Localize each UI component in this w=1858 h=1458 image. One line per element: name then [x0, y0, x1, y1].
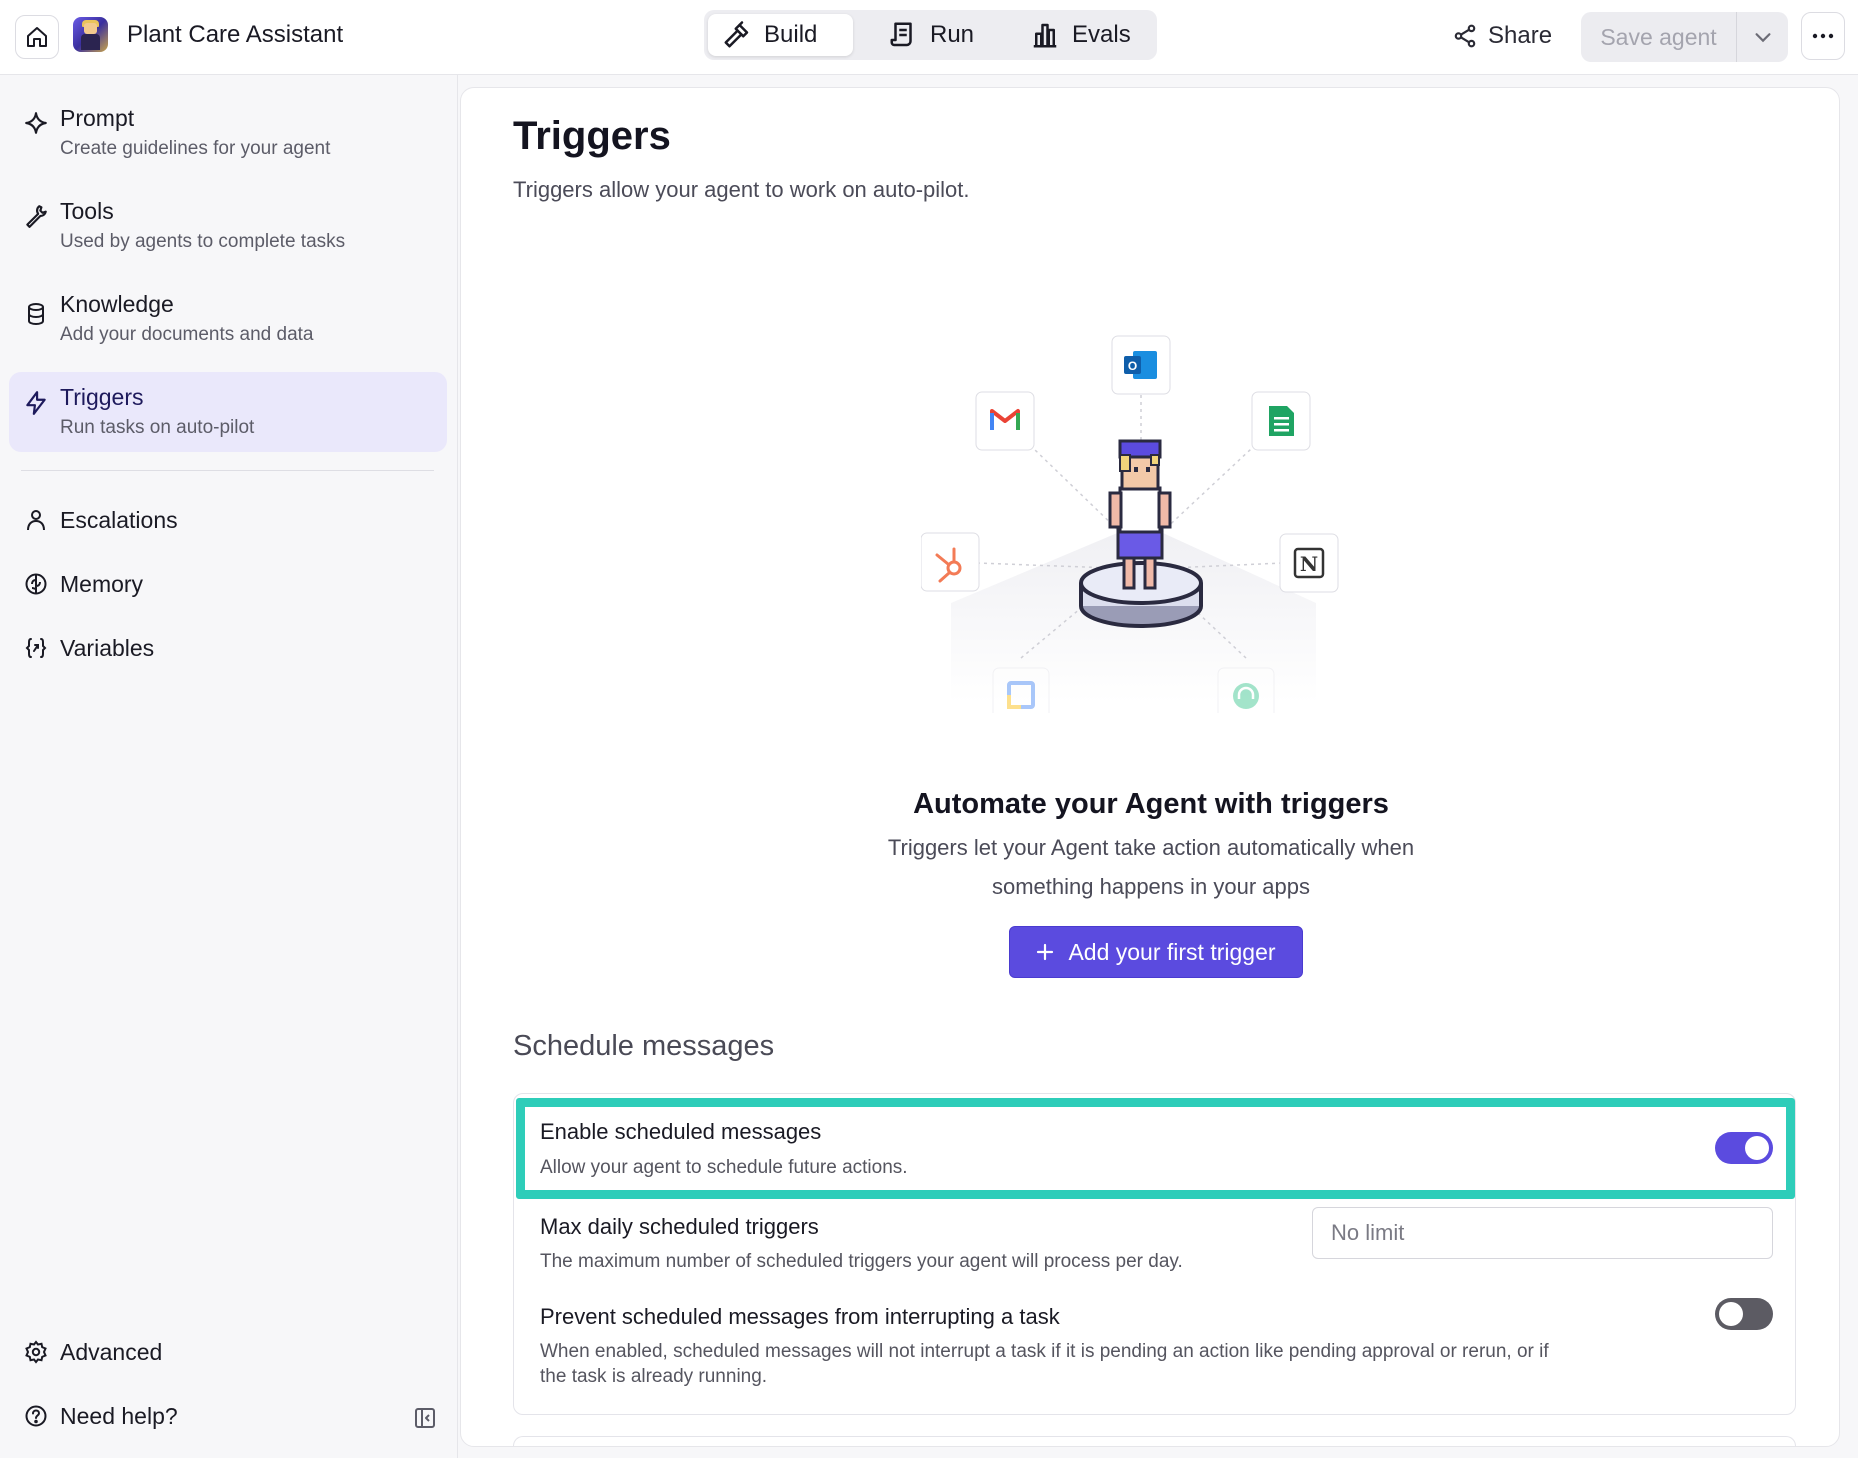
sidebar-item-title: Memory — [60, 571, 144, 597]
schedule-section-title: Schedule messages — [513, 1030, 775, 1062]
help-circle-icon — [23, 1403, 49, 1429]
agent-name[interactable]: Plant Care Assistant — [127, 21, 343, 49]
hero-subtitle-line-2: something happens in your apps — [992, 874, 1310, 899]
agent-avatar[interactable] — [73, 17, 108, 52]
google-sheets-icon — [1251, 391, 1311, 451]
enable-scheduled-description: Allow your agent to schedule future acti… — [540, 1157, 908, 1178]
sidebar-item-subtitle: Run tasks on auto-pilot — [60, 417, 255, 438]
prevent-interrupt-description-line-1: When enabled, scheduled messages will no… — [540, 1341, 1549, 1362]
prevent-interrupt-title: Prevent scheduled messages from interrup… — [540, 1304, 1060, 1329]
sparkle-icon — [23, 110, 49, 136]
collapse-sidebar-icon[interactable] — [413, 1406, 437, 1435]
sidebar-item-title: Triggers — [60, 384, 144, 410]
hubspot-icon — [921, 532, 980, 592]
tab-evals[interactable]: Evals — [1016, 14, 1145, 56]
mode-tabs: Build Run Evals — [704, 10, 1157, 60]
add-first-trigger-label: Add your first trigger — [1068, 938, 1276, 965]
save-agent-button[interactable]: Save agent — [1581, 12, 1737, 62]
ellipsis-icon — [1812, 33, 1834, 39]
sidebar-item-title: Prompt — [60, 105, 135, 131]
scroll-icon — [890, 22, 912, 47]
more-options-button[interactable] — [1801, 12, 1845, 60]
lightning-icon — [23, 390, 49, 416]
prevent-interrupt-toggle[interactable] — [1715, 1298, 1773, 1330]
notion-icon: N — [1279, 533, 1339, 593]
prevent-interrupt-description: When enabled, scheduled messages will no… — [540, 1339, 1660, 1389]
tab-run-label: Run — [930, 21, 975, 48]
tab-run[interactable]: Run — [874, 14, 988, 56]
gear-icon — [23, 1339, 49, 1365]
advanced-button[interactable]: Advanced — [9, 1327, 447, 1377]
hammer-icon — [724, 21, 749, 48]
enable-scheduled-title: Enable scheduled messages — [540, 1119, 822, 1144]
toggle-knob — [1745, 1136, 1769, 1160]
sidebar-item-knowledge[interactable]: Knowledge Add your documents and data — [9, 279, 447, 355]
tab-build[interactable]: Build — [708, 14, 853, 56]
hero-subtitle: Triggers let your Agent take action auto… — [851, 828, 1451, 906]
tab-evals-label: Evals — [1072, 21, 1131, 48]
pixel-agent-character — [1079, 439, 1203, 628]
next-card-edge — [513, 1436, 1796, 1446]
hero-title: Automate your Agent with triggers — [913, 788, 1389, 820]
sidebar-item-subtitle: Create guidelines for your agent — [60, 138, 331, 159]
save-options-button[interactable] — [1737, 12, 1788, 62]
schedule-settings-card: Enable scheduled messages Allow your age… — [513, 1093, 1796, 1415]
sidebar-item-variables[interactable]: Variables — [9, 623, 447, 673]
home-icon — [27, 27, 47, 47]
chevron-down-icon — [1754, 33, 1771, 43]
home-button[interactable] — [15, 15, 59, 59]
sidebar-item-title: Tools — [60, 198, 114, 224]
sidebar-item-escalations[interactable]: Escalations — [9, 495, 447, 545]
sidebar-item-memory[interactable]: Memory — [9, 559, 447, 609]
add-first-trigger-button[interactable]: Add your first trigger — [1009, 926, 1303, 978]
share-label: Share — [1488, 22, 1553, 49]
variable-icon — [23, 635, 49, 661]
tab-build-label: Build — [764, 21, 818, 48]
max-daily-title: Max daily scheduled triggers — [540, 1214, 819, 1239]
toggle-knob — [1719, 1302, 1743, 1326]
svg-text:N: N — [1300, 552, 1318, 576]
hero-subtitle-line-1: Triggers let your Agent take action auto… — [887, 835, 1415, 860]
share-button[interactable]: Share — [1452, 14, 1552, 58]
sidebar-divider — [21, 470, 434, 471]
page-subtitle: Triggers allow your agent to work on aut… — [513, 177, 970, 202]
database-icon — [23, 301, 49, 327]
wrench-icon — [23, 203, 49, 229]
advanced-label: Advanced — [60, 1339, 163, 1365]
google-docs-icon — [992, 667, 1050, 713]
top-bar: Plant Care Assistant Build Run Evals Sha… — [0, 0, 1858, 75]
max-daily-triggers-input[interactable] — [1312, 1207, 1773, 1259]
sidebar-item-title: Knowledge — [60, 291, 174, 317]
share-icon — [1454, 24, 1476, 48]
sidebar-item-tools[interactable]: Tools Used by agents to complete tasks — [9, 186, 447, 262]
max-daily-description: The maximum number of scheduled triggers… — [540, 1251, 1183, 1272]
help-button[interactable]: Need help? — [9, 1391, 447, 1441]
triggers-illustration: O N — [921, 335, 1339, 713]
enable-scheduled-messages-row: Enable scheduled messages Allow your age… — [516, 1098, 1795, 1199]
help-label: Need help? — [60, 1403, 178, 1429]
prevent-interrupt-description-line-2: the task is already running. — [540, 1366, 768, 1387]
support-icon — [1217, 667, 1275, 713]
plus-icon — [1037, 943, 1054, 961]
bar-chart-icon — [1033, 23, 1057, 48]
sidebar-item-subtitle: Add your documents and data — [60, 324, 314, 345]
sidebar: Prompt Create guidelines for your agent … — [0, 75, 458, 1458]
sidebar-item-title: Variables — [60, 635, 155, 661]
enable-scheduled-toggle[interactable] — [1715, 1132, 1773, 1164]
brain-icon — [23, 571, 49, 597]
page-title: Triggers — [513, 114, 671, 158]
person-icon — [23, 507, 49, 533]
sidebar-item-triggers[interactable]: Triggers Run tasks on auto-pilot — [9, 372, 447, 452]
main-panel: Triggers Triggers allow your agent to wo… — [460, 87, 1840, 1447]
sidebar-item-prompt[interactable]: Prompt Create guidelines for your agent — [9, 93, 447, 169]
sidebar-item-subtitle: Used by agents to complete tasks — [60, 231, 346, 252]
svg-text:O: O — [1128, 359, 1137, 373]
outlook-icon: O — [1111, 335, 1171, 395]
gmail-icon — [975, 391, 1035, 451]
save-agent-group: Save agent — [1581, 12, 1788, 62]
sidebar-item-title: Escalations — [60, 507, 178, 533]
